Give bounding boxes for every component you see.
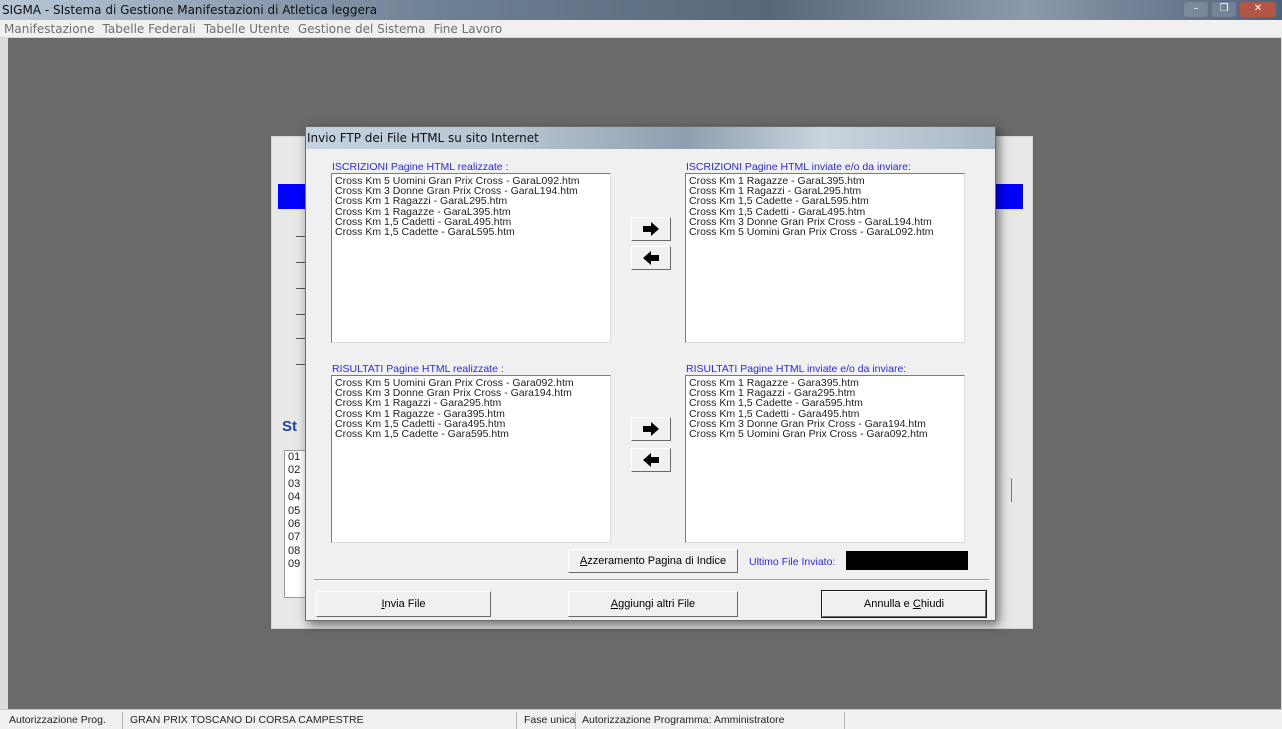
maximize-button[interactable]: ❐ <box>1212 2 1236 17</box>
cancel-close-accel: C <box>912 598 921 610</box>
status-phase: Fase unica <box>521 712 576 729</box>
window-controls: – ❐ ✕ <box>1184 2 1276 17</box>
risultati-realizzate-list[interactable]: Cross Km 5 Uomini Gran Prix Cross - Gara… <box>331 375 611 543</box>
list-item[interactable]: 05 <box>285 505 307 518</box>
arrow-left-icon <box>643 251 659 265</box>
add-files-button[interactable]: Aggiungi altri File <box>568 591 738 617</box>
move-risultati-right-button[interactable] <box>631 417 671 441</box>
arrow-left-icon <box>643 453 659 467</box>
status-auth-program: Autorizzazione Programma: Amministratore <box>579 712 845 729</box>
cancel-close-button[interactable]: Annulla e Chiudi <box>821 590 987 618</box>
send-file-button[interactable]: Invia File <box>316 591 491 617</box>
list-item[interactable]: 07 <box>285 531 307 544</box>
add-files-label: ggiungi altri File <box>618 598 696 610</box>
reset-index-button[interactable]: Azzeramento Pagina di Indice <box>568 549 738 573</box>
close-button[interactable]: ✕ <box>1240 2 1276 17</box>
statusbar: Autorizzazione Prog. GRAN PRIX TOSCANO D… <box>0 709 1282 729</box>
list-item[interactable]: Cross Km 1,5 Cadette - GaraL595.htm <box>335 227 607 238</box>
menubar: Manifestazione Tabelle Federali Tabelle … <box>0 20 1282 38</box>
reset-index-label: zzeramento Pagina di Indice <box>587 555 727 567</box>
arrow-right-icon <box>643 422 659 436</box>
list-item[interactable]: Cross Km 5 Uomini Gran Prix Cross - Gara… <box>689 429 961 440</box>
list-item[interactable]: 08 <box>285 545 307 558</box>
send-file-label: nvia File <box>384 598 426 610</box>
status-auth-prog: Autorizzazione Prog. <box>6 712 123 729</box>
cancel-close-label: hiudi <box>920 598 945 610</box>
menu-gestione-sistema[interactable]: Gestione del Sistema <box>298 22 426 36</box>
move-iscrizioni-left-button[interactable] <box>631 246 671 270</box>
minimize-button[interactable]: – <box>1184 2 1208 17</box>
list-item[interactable]: 03 <box>285 478 307 491</box>
menu-tabelle-utente[interactable]: Tabelle Utente <box>204 22 290 36</box>
list-item[interactable]: Cross Km 5 Uomini Gran Prix Cross - Gara… <box>689 227 961 238</box>
list-item[interactable]: 02 <box>285 464 307 477</box>
background-blue-bar-left <box>278 184 306 209</box>
app-title: SIGMA - SIstema di Gestione Manifestazio… <box>2 3 378 17</box>
background-control-edge <box>1004 478 1012 502</box>
risultati-inviate-list[interactable]: Cross Km 1 Ragazze - Gara395.htm Cross K… <box>685 375 965 543</box>
dialog-separator <box>314 579 989 581</box>
menu-tabelle-federali[interactable]: Tabelle Federali <box>103 22 196 36</box>
list-item[interactable]: Cross Km 1,5 Cadette - Gara595.htm <box>335 429 607 440</box>
menu-manifestazione[interactable]: Manifestazione <box>4 22 95 36</box>
iscrizioni-inviate-list[interactable]: Cross Km 1 Ragazze - GaraL395.htm Cross … <box>685 173 965 343</box>
risultati-realizzate-label: RISULTATI Pagine HTML realizzate : <box>332 363 504 375</box>
cancel-close-label-pre: Annulla e <box>863 598 913 610</box>
dialog-title: Invio FTP dei File HTML su sito Internet <box>307 131 539 145</box>
risultati-inviate-label: RISULTATI Pagine HTML inviate e/o da inv… <box>686 363 907 375</box>
arrow-right-icon <box>643 222 659 236</box>
dialog-titlebar[interactable]: Invio FTP dei File HTML su sito Internet <box>306 127 995 149</box>
app-titlebar[interactable]: SIGMA - SIstema di Gestione Manifestazio… <box>0 0 1282 20</box>
last-file-field <box>846 551 968 570</box>
move-risultati-left-button[interactable] <box>631 448 671 472</box>
menu-fine-lavoro[interactable]: Fine Lavoro <box>433 22 502 36</box>
iscrizioni-realizzate-list[interactable]: Cross Km 5 Uomini Gran Prix Cross - Gara… <box>331 173 611 343</box>
move-iscrizioni-right-button[interactable] <box>631 217 671 241</box>
last-file-label: Ultimo File Inviato: <box>749 556 836 568</box>
list-item[interactable]: 09 <box>285 558 307 571</box>
list-item[interactable]: 01 <box>285 451 307 464</box>
status-event-name: GRAN PRIX TOSCANO DI CORSA CAMPESTRE <box>127 712 517 729</box>
ftp-dialog: Invio FTP dei File HTML su sito Internet… <box>305 126 996 621</box>
list-item[interactable]: 06 <box>285 518 307 531</box>
background-section-label: St <box>282 418 297 435</box>
iscrizioni-inviate-label: ISCRIZIONI Pagine HTML inviate e/o da in… <box>686 161 911 173</box>
list-item[interactable]: 04 <box>285 491 307 504</box>
background-blue-bar-right <box>996 184 1023 209</box>
iscrizioni-realizzate-label: ISCRIZIONI Pagine HTML realizzate : <box>332 161 509 173</box>
